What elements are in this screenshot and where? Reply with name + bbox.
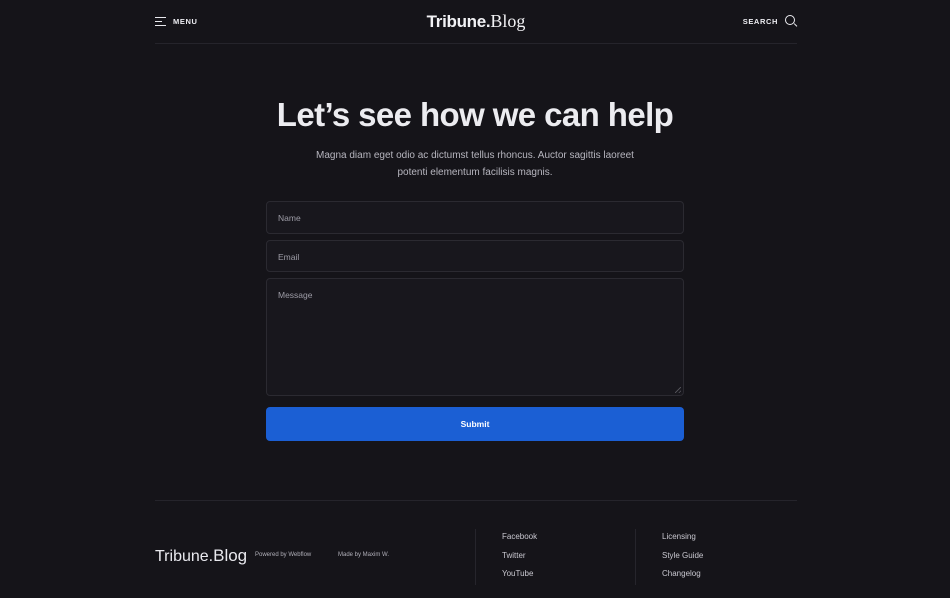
menu-label: MENU bbox=[173, 16, 198, 26]
hamburger-icon bbox=[155, 16, 166, 26]
resize-handle-icon[interactable] bbox=[675, 387, 681, 393]
site-header: MENU Tribune.Blog SEARCH bbox=[155, 0, 797, 44]
name-placeholder: Name bbox=[278, 213, 301, 223]
facebook-link[interactable]: Facebook bbox=[502, 532, 537, 541]
logo-wordmark-serif: Blog bbox=[490, 11, 526, 31]
email-field[interactable]: Email bbox=[266, 240, 684, 272]
email-placeholder: Email bbox=[278, 252, 300, 262]
changelog-link[interactable]: Changelog bbox=[662, 569, 703, 578]
search-label: SEARCH bbox=[742, 16, 778, 26]
message-field[interactable]: Message bbox=[266, 278, 684, 396]
page-subtitle: Magna diam eget odio ac dictumst tellus … bbox=[316, 150, 634, 178]
social-links: Facebook Twitter YouTube bbox=[502, 532, 537, 588]
twitter-link[interactable]: Twitter bbox=[502, 551, 537, 560]
search-button[interactable]: SEARCH bbox=[743, 14, 797, 28]
message-placeholder: Message bbox=[278, 290, 313, 300]
search-icon bbox=[785, 15, 797, 27]
logo-wordmark-bold: Tribune. bbox=[426, 12, 491, 31]
youtube-link[interactable]: YouTube bbox=[502, 569, 537, 578]
name-field[interactable]: Name bbox=[266, 201, 684, 234]
page-title: Let’s see how we can help bbox=[276, 96, 674, 133]
style-guide-link[interactable]: Style Guide bbox=[662, 551, 703, 560]
footer-logo-bold: Tribune. bbox=[155, 548, 214, 565]
licensing-link[interactable]: Licensing bbox=[662, 532, 703, 541]
menu-button[interactable]: MENU bbox=[155, 14, 197, 28]
site-logo[interactable]: Tribune.Blog bbox=[427, 11, 526, 32]
footer-logo-serif: Blog bbox=[213, 546, 248, 565]
footer-divider bbox=[635, 529, 636, 585]
footer-divider bbox=[475, 529, 476, 585]
powered-by-link[interactable]: Powered by Webflow bbox=[255, 552, 311, 558]
info-links: Licensing Style Guide Changelog bbox=[662, 532, 703, 588]
submit-button[interactable]: Submit bbox=[266, 407, 684, 441]
site-footer: Tribune.Blog Powered by Webflow Made by … bbox=[155, 500, 797, 598]
footer-logo[interactable]: Tribune.Blog bbox=[155, 546, 247, 567]
made-by-link[interactable]: Made by Maxim W. bbox=[338, 552, 389, 558]
